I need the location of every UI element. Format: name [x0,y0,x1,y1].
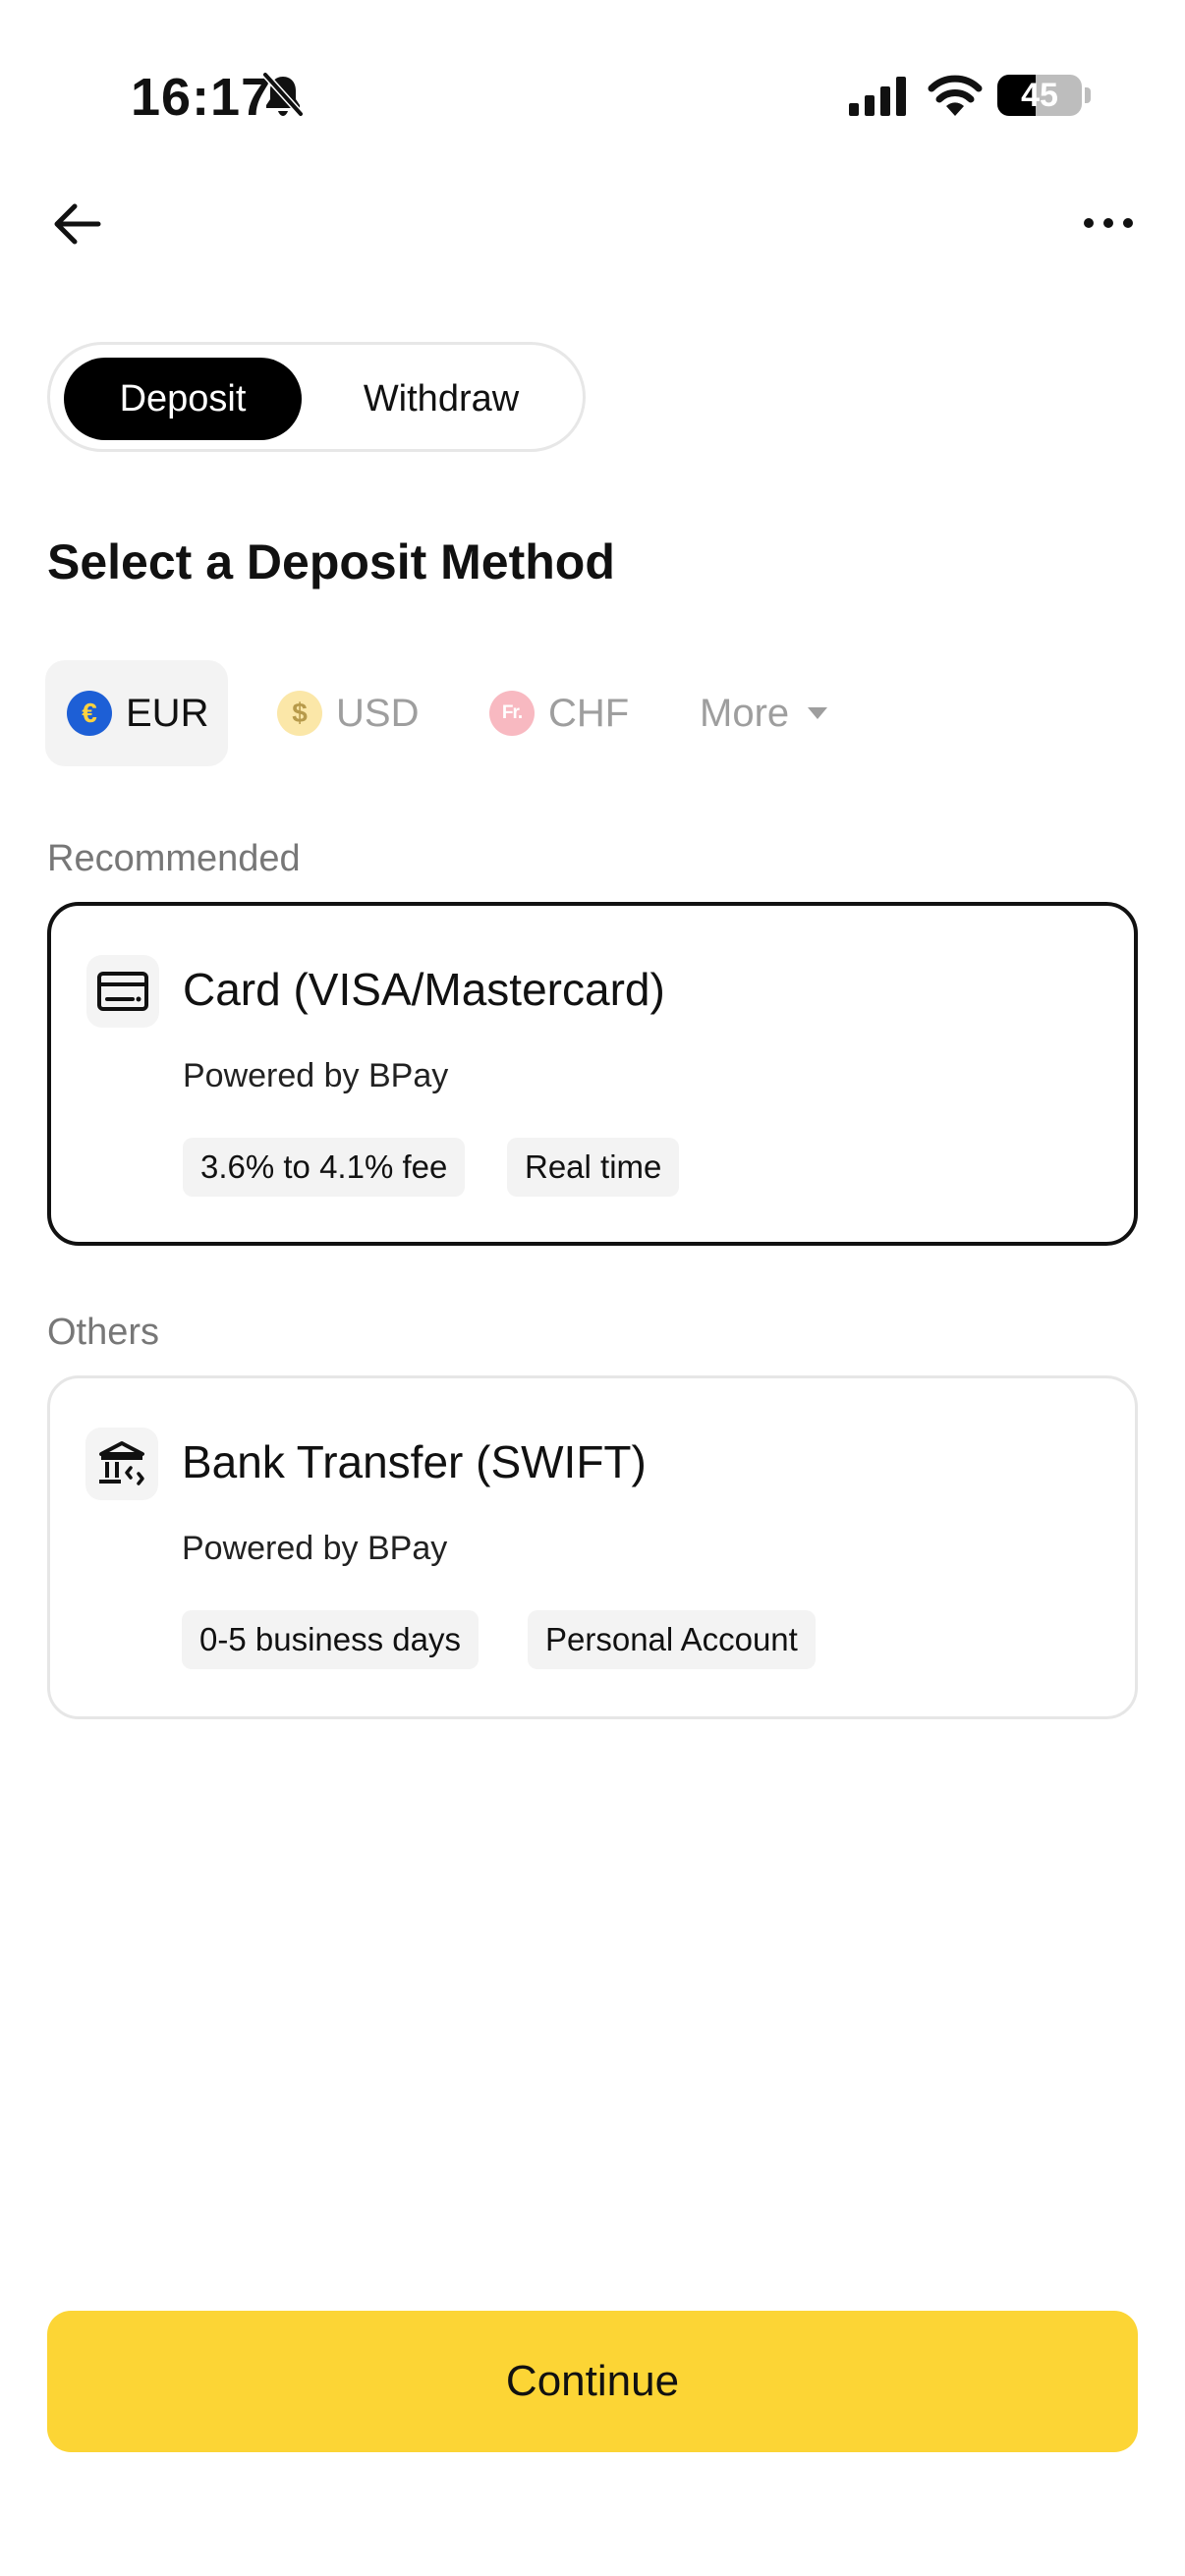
tab-withdraw[interactable]: Withdraw [315,358,567,440]
deposit-method-screen: 16:17 45 Deposit Withdraw Select a Depos… [0,0,1185,2576]
dollar-coin-icon: $ [277,691,322,736]
more-label: More [700,691,790,735]
currency-more-dropdown[interactable]: More [682,660,859,766]
battery-icon: 45 [997,75,1082,116]
bell-off-icon [261,71,305,118]
more-options-icon[interactable] [1081,208,1136,238]
method-title: Card (VISA/Mastercard) [183,964,665,1015]
account-type-tag: Personal Account [528,1610,816,1669]
battery-level: 45 [1021,76,1058,114]
currency-code: CHF [548,691,630,735]
bank-transfer-icon [99,1441,144,1485]
battery-tip [1085,87,1091,103]
page-title: Select a Deposit Method [47,534,615,589]
credit-card-icon [97,972,148,1011]
status-bar: 16:17 45 [0,0,1185,167]
tab-deposit[interactable]: Deposit [64,358,302,440]
speed-tag: Real time [507,1138,680,1197]
cellular-signal-icon [849,77,906,116]
franc-coin-icon: Fr. [489,691,535,736]
method-title: Bank Transfer (SWIFT) [182,1436,647,1487]
method-icon-box [85,1428,158,1500]
currency-usd[interactable]: $ USD [257,660,432,766]
deposit-withdraw-toggle: Deposit Withdraw [47,342,586,452]
method-icon-box [86,955,159,1028]
method-provider: Powered by BPay [182,1530,448,1567]
method-card-bank-transfer[interactable]: Bank Transfer (SWIFT) Powered by BPay 0-… [47,1375,1138,1719]
wifi-icon [928,75,983,116]
currency-chf[interactable]: Fr. CHF [470,660,654,766]
back-arrow-icon[interactable] [49,198,104,250]
processing-time-tag: 0-5 business days [182,1610,479,1669]
method-provider: Powered by BPay [183,1057,449,1094]
method-card-card[interactable]: Card (VISA/Mastercard) Powered by BPay 3… [47,902,1138,1246]
euro-coin-icon: € [67,691,112,736]
currency-eur[interactable]: € EUR [45,660,228,766]
continue-button[interactable]: Continue [47,2311,1138,2452]
fee-tag: 3.6% to 4.1% fee [183,1138,466,1197]
currency-code: USD [336,691,420,735]
currency-code: EUR [126,691,209,735]
status-time: 16:17 [131,68,272,127]
section-label-others: Others [47,1312,160,1353]
section-label-recommended: Recommended [47,838,301,879]
caret-down-icon [808,707,828,719]
